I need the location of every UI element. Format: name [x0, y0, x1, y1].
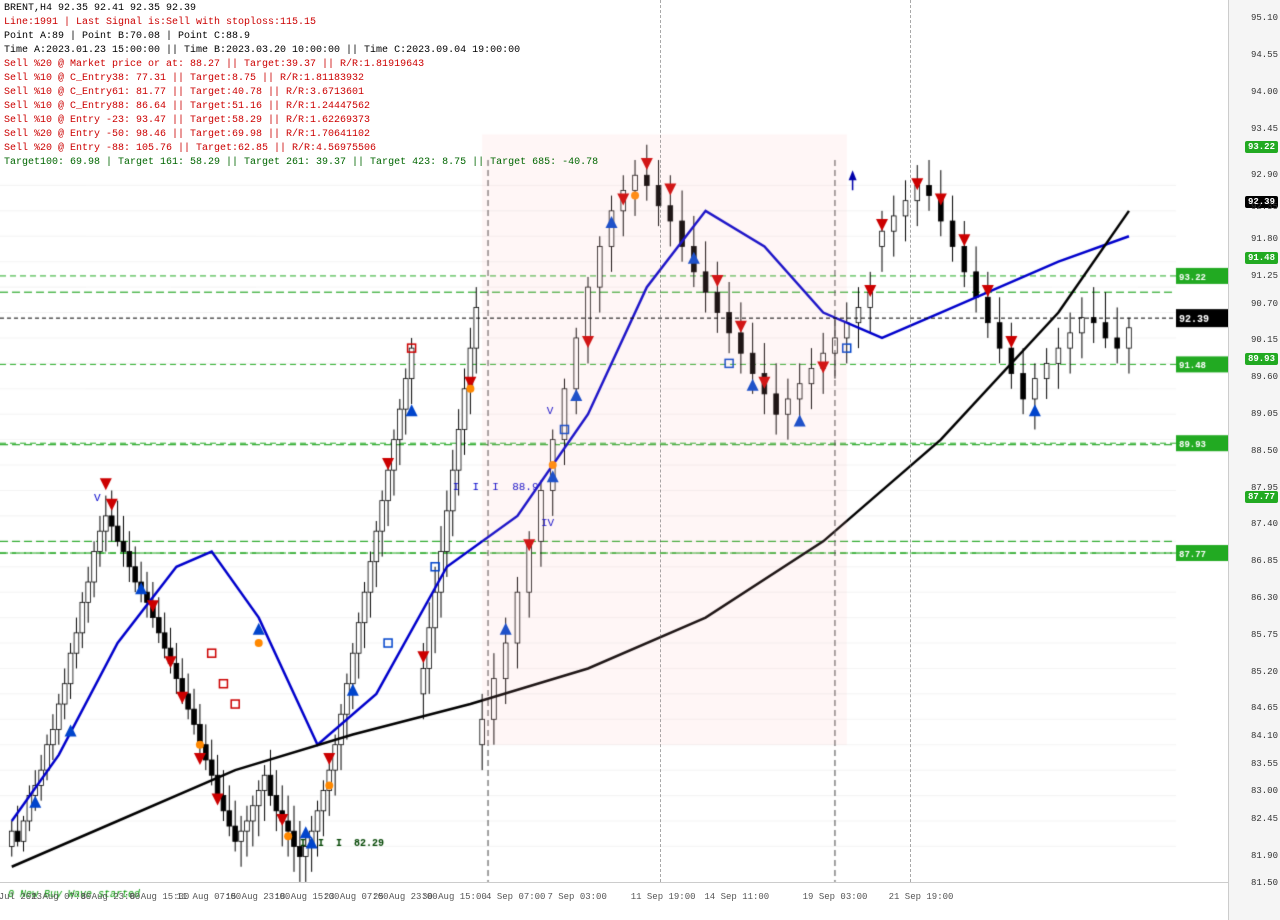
price-label-8850: 88.50: [1251, 446, 1278, 456]
price-label-9125: 91.25: [1251, 271, 1278, 281]
price-label-8993: 89.93: [1245, 353, 1278, 365]
vline-sep19: [910, 0, 911, 882]
price-scale: 95.1094.5594.0093.4593.2292.9092.3992.35…: [1228, 0, 1280, 920]
price-label-9070: 90.70: [1251, 299, 1278, 309]
price-label-9235: 92.35: [1251, 202, 1278, 212]
time-axis: 27 Jul 20231 Aug 07:003 Aug 23:008 Aug 1…: [0, 882, 1228, 902]
price-label-8960: 89.60: [1251, 372, 1278, 382]
price-label-8150: 81.50: [1251, 878, 1278, 888]
price-label-8905: 89.05: [1251, 409, 1278, 419]
time-label-14-Sep-11:00: 14 Sep 11:00: [704, 892, 769, 902]
time-label-21-Sep-19:00: 21 Sep 19:00: [889, 892, 954, 902]
price-label-9148: 91.48: [1245, 252, 1278, 264]
price-label-9180: 91.80: [1251, 234, 1278, 244]
price-label-9455: 94.55: [1251, 50, 1278, 60]
time-label-19-Sep-03:00: 19 Sep 03:00: [803, 892, 868, 902]
time-label-4-Sep-07:00: 4 Sep 07:00: [486, 892, 545, 902]
price-label-9400: 94.00: [1251, 87, 1278, 97]
price-label-9015: 90.15: [1251, 335, 1278, 345]
price-label-9510: 95.10: [1251, 13, 1278, 23]
price-label-8300: 83.00: [1251, 786, 1278, 796]
price-label-8190: 81.90: [1251, 851, 1278, 861]
price-label-8630: 86.30: [1251, 593, 1278, 603]
time-label-7-Sep-03:00: 7 Sep 03:00: [547, 892, 606, 902]
time-label-30-Aug-15:00: 30 Aug 15:00: [422, 892, 487, 902]
price-label-9345: 93.45: [1251, 124, 1278, 134]
price-label-8777: 87.77: [1245, 491, 1278, 503]
price-label-8575: 85.75: [1251, 630, 1278, 640]
price-label-8245: 82.45: [1251, 814, 1278, 824]
price-label-8520: 85.20: [1251, 667, 1278, 677]
price-label-9322: 93.22: [1245, 141, 1278, 153]
vline-sep4: [660, 0, 661, 882]
price-label-8465: 84.65: [1251, 703, 1278, 713]
price-label-8740: 87.40: [1251, 519, 1278, 529]
price-label-8685: 86.85: [1251, 556, 1278, 566]
time-label-11-Sep-19:00: 11 Sep 19:00: [631, 892, 696, 902]
price-label-8355: 83.55: [1251, 759, 1278, 769]
price-chart: [0, 0, 1228, 920]
chart-container: MARKETZ SITE BRENT,H4 92.35 92.41 92.35 …: [0, 0, 1280, 920]
price-label-8410: 84.10: [1251, 731, 1278, 741]
price-label-9290: 92.90: [1251, 170, 1278, 180]
